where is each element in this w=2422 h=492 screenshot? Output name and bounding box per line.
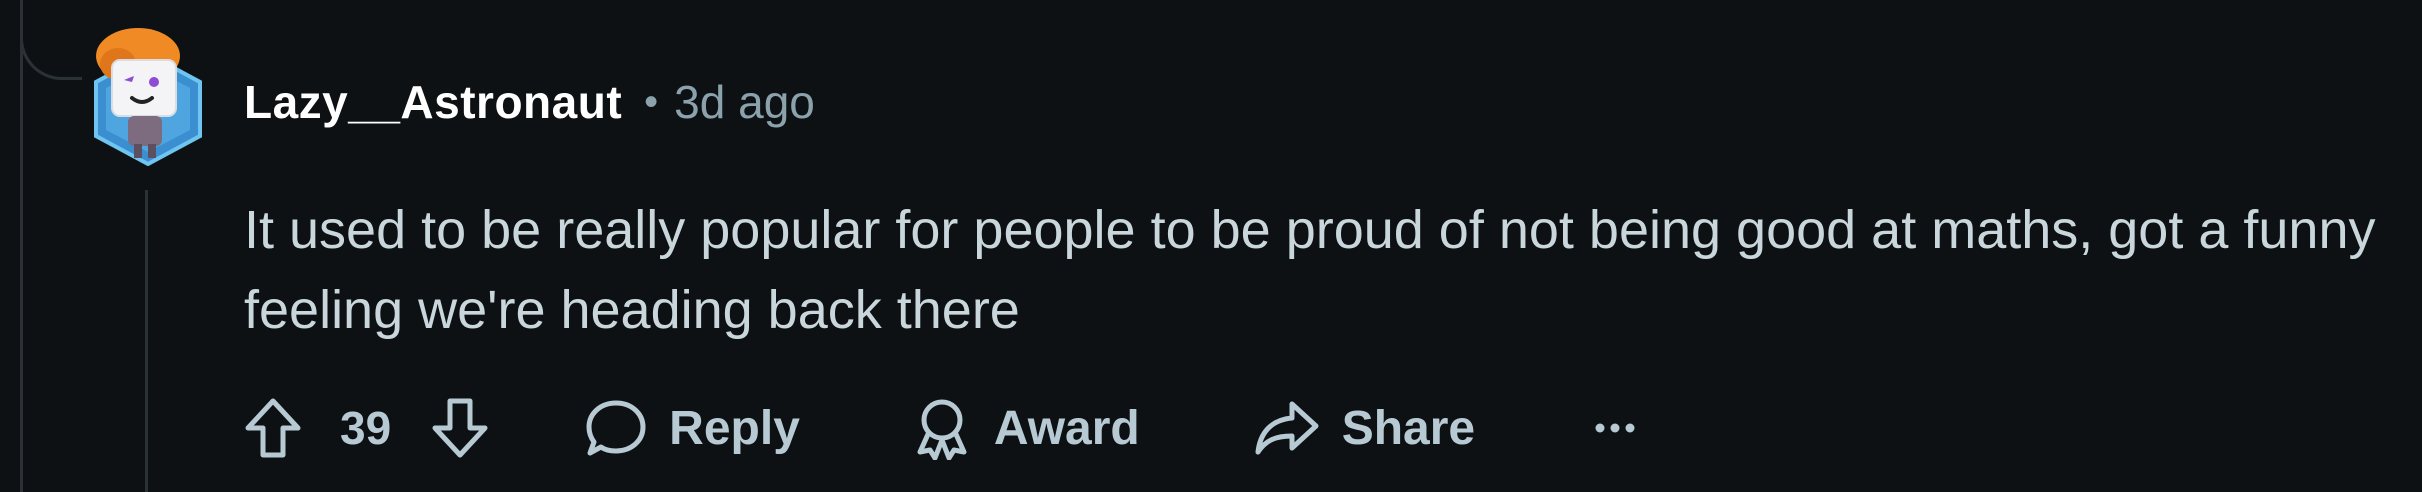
- avatar[interactable]: [88, 26, 208, 167]
- award-label: Award: [993, 401, 1140, 455]
- reply-button[interactable]: Reply: [585, 397, 800, 459]
- more-options-button[interactable]: [1593, 421, 1637, 435]
- username-link[interactable]: Lazy__Astronaut: [244, 75, 622, 129]
- comment-action-bar: 39 Reply Award Share: [244, 388, 1637, 468]
- upvote-arrow-icon: [245, 398, 301, 458]
- award-ribbon-icon: [917, 399, 967, 460]
- separator-dot: •: [644, 79, 659, 124]
- upvote-button[interactable]: [244, 397, 302, 459]
- comment-header: Lazy__Astronaut • 3d ago: [244, 72, 815, 132]
- share-button[interactable]: Share: [1254, 398, 1475, 458]
- comment-body: It used to be really popular for people …: [244, 200, 2376, 340]
- thread-line-parent[interactable]: [20, 0, 23, 492]
- vote-count: 39: [340, 402, 392, 454]
- share-arrow-icon: [1255, 401, 1319, 455]
- thread-connector: [20, 0, 82, 80]
- award-button[interactable]: Award: [912, 396, 1140, 460]
- thread-line-child[interactable]: [145, 190, 148, 492]
- timestamp[interactable]: 3d ago: [674, 75, 815, 129]
- avatar-image: [94, 28, 202, 167]
- downvote-button[interactable]: [431, 397, 489, 459]
- share-label: Share: [1341, 401, 1476, 455]
- speech-bubble-icon: [586, 400, 646, 456]
- downvote-arrow-icon: [432, 398, 488, 458]
- reply-label: Reply: [669, 401, 800, 455]
- ellipsis-icon: [1595, 423, 1635, 433]
